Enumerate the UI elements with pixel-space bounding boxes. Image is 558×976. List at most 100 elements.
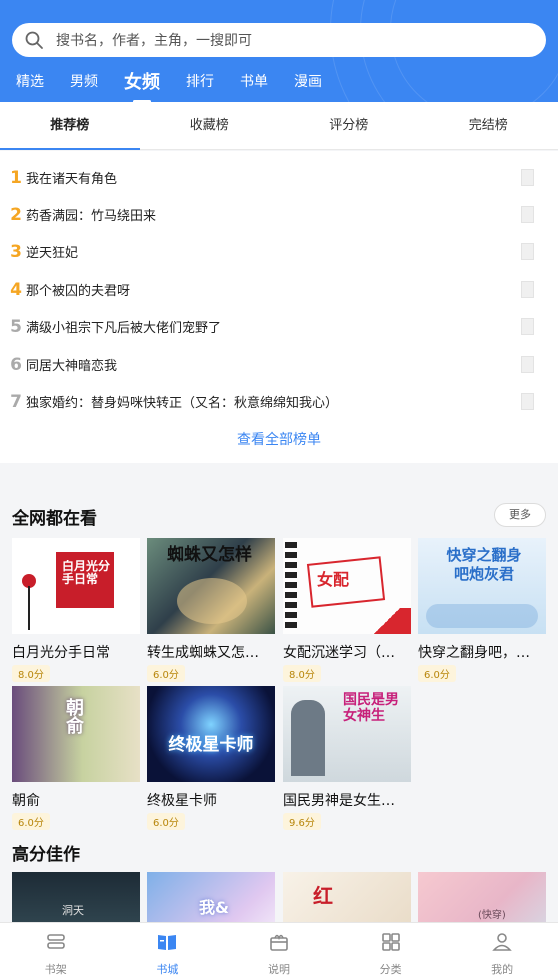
cover-title: 国民是男女神生 (343, 692, 399, 724)
cover-title: 终极星卡师 (168, 735, 254, 755)
rank-title: 逆天狂妃 (26, 246, 79, 261)
tab-male[interactable]: 男频 (70, 71, 98, 91)
book-cover: 快穿之翻身吧炮灰君 (418, 538, 546, 634)
cover-title: (快穿) (478, 910, 506, 921)
document-icon (521, 169, 534, 186)
book-cover: 女配 (283, 538, 411, 634)
book-score: 6.0分 (12, 813, 50, 830)
book-cover: 朝俞 (12, 686, 140, 782)
book-card[interactable]: 朝俞 朝俞 6.0分 (12, 686, 140, 830)
nav-category[interactable]: 分类 (335, 923, 447, 976)
book-card[interactable]: 国民是男女神生 国民男神是女生… 9.6分 (283, 686, 411, 830)
bookshelf-icon (46, 934, 65, 949)
rank-title: 我在诸天有角色 (26, 172, 118, 187)
rank-item[interactable]: 1 我在诸天有角色 (0, 159, 558, 196)
cover-art (363, 608, 411, 634)
nav-book-city[interactable]: 书城 (112, 923, 224, 976)
rank-item[interactable]: 6 同居大神暗恋我 (0, 346, 558, 383)
book-city-icon (158, 935, 177, 950)
category-grid-icon (381, 933, 400, 951)
book-cover: 蜘蛛又怎样 (147, 538, 275, 634)
nav-info[interactable]: 说明 (223, 923, 335, 976)
nav-label: 书架 (44, 963, 67, 976)
document-icon (521, 243, 534, 260)
tab-recommend[interactable]: 推荐榜 (0, 102, 140, 150)
rank-number: 6 (10, 354, 22, 375)
cover-art (285, 542, 297, 630)
nav-label: 我的 (491, 963, 514, 976)
book-card[interactable]: 女配 女配沉迷学习（… 8.0分 (283, 538, 411, 682)
tab-female[interactable]: 女频 (124, 68, 160, 102)
rank-title: 独家婚约：替身妈咪快转正（又名：秋意绵绵知我心） (26, 396, 339, 411)
rank-number: 2 (10, 204, 22, 225)
rank-item[interactable]: 2 药香满园：竹马绕田来 (0, 196, 558, 233)
rank-title: 药香满园：竹马绕田来 (26, 209, 157, 224)
more-button[interactable]: 更多 (494, 503, 546, 527)
nav-label: 说明 (267, 963, 290, 976)
rank-number: 5 (10, 316, 22, 337)
document-icon (521, 281, 534, 298)
tab-ranking[interactable]: 排行 (186, 71, 214, 91)
cover-title: 洞天 (62, 904, 84, 917)
book-card[interactable]: 蜘蛛又怎样 转生成蜘蛛又怎… 6.0分 (147, 538, 275, 682)
book-score: 6.0分 (147, 665, 185, 682)
rank-title: 同居大神暗恋我 (26, 359, 118, 374)
nav-label: 分类 (379, 963, 402, 976)
search-placeholder: 搜书名，作者，主角，一搜即可 (56, 33, 252, 49)
cover-art (28, 586, 30, 630)
rank-title: 满级小祖宗下凡后被大佬们宠野了 (26, 321, 222, 336)
rank-title: 那个被囚的夫君呀 (26, 284, 131, 299)
cover-title: 朝俞 (63, 698, 84, 734)
cover-title: 白月光分手日常 (62, 560, 110, 586)
view-all-rankings-link[interactable]: 查看全部榜单 (0, 429, 558, 449)
book-cover: 终极星卡师 (147, 686, 275, 782)
cover-title: 我& (199, 898, 229, 917)
book-score: 8.0分 (12, 665, 50, 682)
tab-finished[interactable]: 完结榜 (419, 102, 558, 149)
book-cover: 白月光分手日常 (12, 538, 140, 634)
rank-number: 4 (10, 279, 22, 300)
user-icon (492, 933, 512, 951)
rank-item[interactable]: 5 满级小祖宗下凡后被大佬们宠野了 (0, 308, 558, 345)
book-score: 8.0分 (283, 665, 321, 682)
rank-item[interactable]: 3 逆天狂妃 (0, 233, 558, 270)
book-card[interactable]: 快穿之翻身吧炮灰君 快穿之翻身吧，… 6.0分 (418, 538, 546, 682)
book-title: 转生成蜘蛛又怎… (147, 645, 259, 661)
book-title: 快穿之翻身吧，… (418, 645, 530, 661)
cover-art (291, 700, 325, 776)
section-title-hot: 全网都在看 (12, 509, 97, 529)
rank-number: 3 (10, 241, 22, 262)
rank-item[interactable]: 4 那个被囚的夫君呀 (0, 271, 558, 308)
cover-title: 女配 (317, 570, 350, 589)
nav-profile[interactable]: 我的 (446, 923, 558, 976)
tab-rating[interactable]: 评分榜 (279, 102, 419, 149)
cover-art (426, 604, 538, 628)
book-score: 6.0分 (418, 665, 456, 682)
rank-item[interactable]: 7 独家婚约：替身妈咪快转正（又名：秋意绵绵知我心） (0, 383, 558, 420)
rank-list: 1 我在诸天有角色 2 药香满园：竹马绕田来 3 逆天狂妃 4 那个被囚的夫君呀… (0, 151, 558, 463)
tab-collect[interactable]: 收藏榜 (140, 102, 280, 149)
channel-tabs: 精选 男频 女频 排行 书单 漫画 (0, 66, 332, 102)
book-score: 6.0分 (147, 813, 185, 830)
book-score: 9.6分 (283, 813, 321, 830)
tab-comics[interactable]: 漫画 (294, 71, 322, 91)
cover-title: 蜘蛛又怎样 (167, 545, 252, 565)
book-title: 国民男神是女生… (283, 793, 395, 809)
book-card[interactable]: 白月光分手日常 白月光分手日常 8.0分 (12, 538, 140, 682)
section-title-high: 高分佳作 (12, 845, 80, 865)
nav-label: 书城 (156, 963, 179, 976)
document-icon (521, 356, 534, 373)
cover-title: 红 (313, 884, 333, 908)
nav-bookshelf[interactable]: 书架 (0, 923, 112, 976)
document-icon (521, 206, 534, 223)
cover-art (177, 578, 247, 624)
book-title: 白月光分手日常 (12, 645, 110, 661)
tab-booklist[interactable]: 书单 (240, 71, 268, 91)
book-title: 终极星卡师 (147, 793, 217, 809)
tab-featured[interactable]: 精选 (16, 71, 44, 91)
document-icon (521, 393, 534, 410)
rank-number: 7 (10, 391, 22, 412)
rank-number: 1 (10, 167, 22, 188)
book-card[interactable]: 终极星卡师 终极星卡师 6.0分 (147, 686, 275, 830)
search-bar[interactable]: 搜书名，作者，主角，一搜即可 (12, 23, 546, 57)
